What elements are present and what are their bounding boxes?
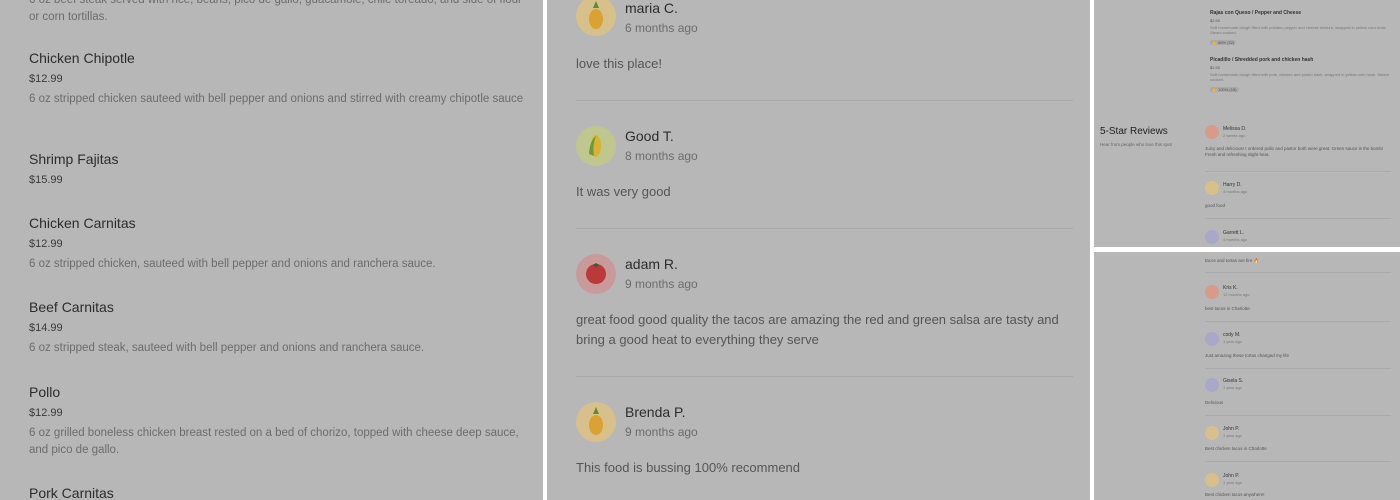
divider bbox=[576, 228, 1073, 229]
divider bbox=[576, 376, 1073, 377]
review-time: 12 months ago bbox=[1223, 292, 1250, 297]
corn-icon bbox=[589, 135, 601, 157]
like-badge: 👍 88% (32) bbox=[1210, 40, 1237, 45]
reviews-subtitle: Hear from people who love this spot bbox=[1100, 142, 1172, 147]
review-text: tacos and tortas are fire 🔥 bbox=[1205, 258, 1260, 263]
reviewer-name: cody M. bbox=[1223, 332, 1241, 338]
menu-item-name: Shrimp Fajitas bbox=[29, 151, 119, 167]
mini-page-top: Rajas con Queso / Pepper and Cheese $2.5… bbox=[1094, 0, 1400, 247]
reviews-panel: maria C. 6 months ago love this place! G… bbox=[547, 0, 1090, 500]
review-text: Just amazing these tortas changed my lif… bbox=[1205, 353, 1290, 358]
divider bbox=[1205, 218, 1391, 219]
avatar bbox=[1205, 473, 1219, 487]
review-text: best tacos in Charlotte bbox=[1205, 306, 1250, 311]
divider bbox=[1205, 321, 1391, 322]
review-text: Best chicken tacos anywhere! bbox=[1205, 492, 1265, 497]
reviewer-name: John P. bbox=[1223, 473, 1240, 479]
menu-item-description: 6 oz grilled boneless chicken breast res… bbox=[29, 427, 519, 456]
menu-item-price: $15.99 bbox=[29, 174, 63, 186]
avatar bbox=[1205, 378, 1219, 392]
review-text: Best chicken tacos in Charlotte bbox=[1205, 446, 1267, 451]
mini-item-description: Soft homemade dough filled with pork, ch… bbox=[1210, 72, 1389, 82]
review-time: 4 months ago bbox=[1223, 189, 1248, 194]
menu-item-price: $12.99 bbox=[29, 238, 63, 250]
avatar bbox=[1205, 285, 1219, 299]
menu-item-price: $12.99 bbox=[29, 73, 63, 85]
reviewer-name: Kris K. bbox=[1223, 285, 1238, 291]
review-time: 1 year ago bbox=[1223, 433, 1242, 438]
mini-item-price: $2.50 bbox=[1210, 18, 1221, 23]
review-text: good food bbox=[1205, 203, 1226, 208]
review-text: great food good quality the tacos are am… bbox=[576, 312, 1059, 347]
mini-item-description: Soft homemade dough filled with poblano … bbox=[1210, 25, 1387, 35]
mini-item-price: $2.50 bbox=[1210, 65, 1221, 70]
menu-item-description: 6 oz stripped chicken, sauteed with bell… bbox=[29, 258, 436, 270]
mini-item-name: Picadillo / Shredded pork and chicken ha… bbox=[1210, 57, 1314, 63]
divider bbox=[1205, 368, 1391, 369]
pineapple-icon bbox=[589, 1, 603, 29]
avatar bbox=[576, 254, 616, 294]
reviewer-name: maria C. bbox=[625, 0, 678, 16]
reviewer-name: Garrett L. bbox=[1223, 230, 1245, 236]
reviewer-name: Brenda P. bbox=[625, 404, 686, 420]
menu-item-name: Pork Carnitas bbox=[29, 485, 114, 500]
review-time: 9 months ago bbox=[625, 425, 698, 439]
menu-panel: 6 oz beef steak served with rice, beans,… bbox=[0, 0, 543, 500]
avatar bbox=[1205, 230, 1219, 244]
divider bbox=[1205, 272, 1391, 273]
menu-item-price: $12.99 bbox=[29, 407, 63, 419]
menu-item-description: 6 oz stripped steak, sauteed with bell p… bbox=[29, 342, 425, 354]
avatar bbox=[576, 0, 616, 36]
menu-item-description: 6 oz stripped chicken sauteed with bell … bbox=[29, 93, 524, 105]
review-time: 4 months ago bbox=[1223, 237, 1248, 242]
reviewer-name: Gisela S. bbox=[1223, 378, 1244, 384]
pineapple-icon bbox=[589, 407, 603, 435]
menu-item-name: Pollo bbox=[29, 384, 61, 400]
menu-item-name: Beef Carnitas bbox=[29, 299, 114, 315]
divider bbox=[576, 100, 1073, 101]
review-text: love this place! bbox=[576, 56, 662, 71]
review-text: Delicious bbox=[1205, 400, 1224, 405]
menu-item-price: $14.99 bbox=[29, 322, 63, 334]
review-text: It was very good bbox=[576, 184, 671, 199]
avatar bbox=[1205, 426, 1219, 440]
menu-item-name: Chicken Chipotle bbox=[29, 50, 135, 66]
review-time: 1 year ago bbox=[1223, 385, 1242, 390]
review-time: 9 months ago bbox=[625, 277, 698, 291]
menu-item-description: 6 oz beef steak served with rice, beans,… bbox=[29, 0, 522, 23]
mini-page-bottom: tacos and tortas are fire 🔥 Kris K. 12 m… bbox=[1094, 252, 1400, 500]
reviewer-name: Melissa D. bbox=[1223, 126, 1247, 132]
divider bbox=[1205, 171, 1391, 172]
reviewer-name: adam R. bbox=[625, 256, 678, 272]
review-text: This food is bussing 100% recommend bbox=[576, 460, 801, 475]
tomato-icon bbox=[586, 263, 606, 284]
reviewer-name: Harry D. bbox=[1223, 182, 1242, 188]
reviews-title: 5-Star Reviews bbox=[1100, 126, 1168, 137]
avatar bbox=[576, 402, 616, 442]
divider bbox=[1205, 461, 1391, 462]
mini-item-name: Rajas con Queso / Pepper and Cheese bbox=[1210, 10, 1302, 16]
reviewer-name: Good T. bbox=[625, 128, 674, 144]
avatar bbox=[1205, 181, 1219, 195]
review-time: 2 weeks ago bbox=[1223, 133, 1246, 138]
avatar bbox=[1205, 332, 1219, 346]
menu-item-name: Chicken Carnitas bbox=[29, 215, 136, 231]
like-badge: 👍 100% (18) bbox=[1210, 87, 1239, 92]
avatar bbox=[1205, 125, 1219, 139]
divider bbox=[1205, 415, 1391, 416]
review-time: 6 months ago bbox=[625, 21, 698, 35]
review-time: 1 year ago bbox=[1223, 480, 1242, 485]
avatar bbox=[576, 126, 616, 166]
review-time: 1 year ago bbox=[1223, 339, 1242, 344]
review-text: Juicy and delicious! I ordered pollo and… bbox=[1205, 146, 1384, 157]
reviewer-name: John P. bbox=[1223, 426, 1240, 432]
review-time: 8 months ago bbox=[625, 149, 698, 163]
